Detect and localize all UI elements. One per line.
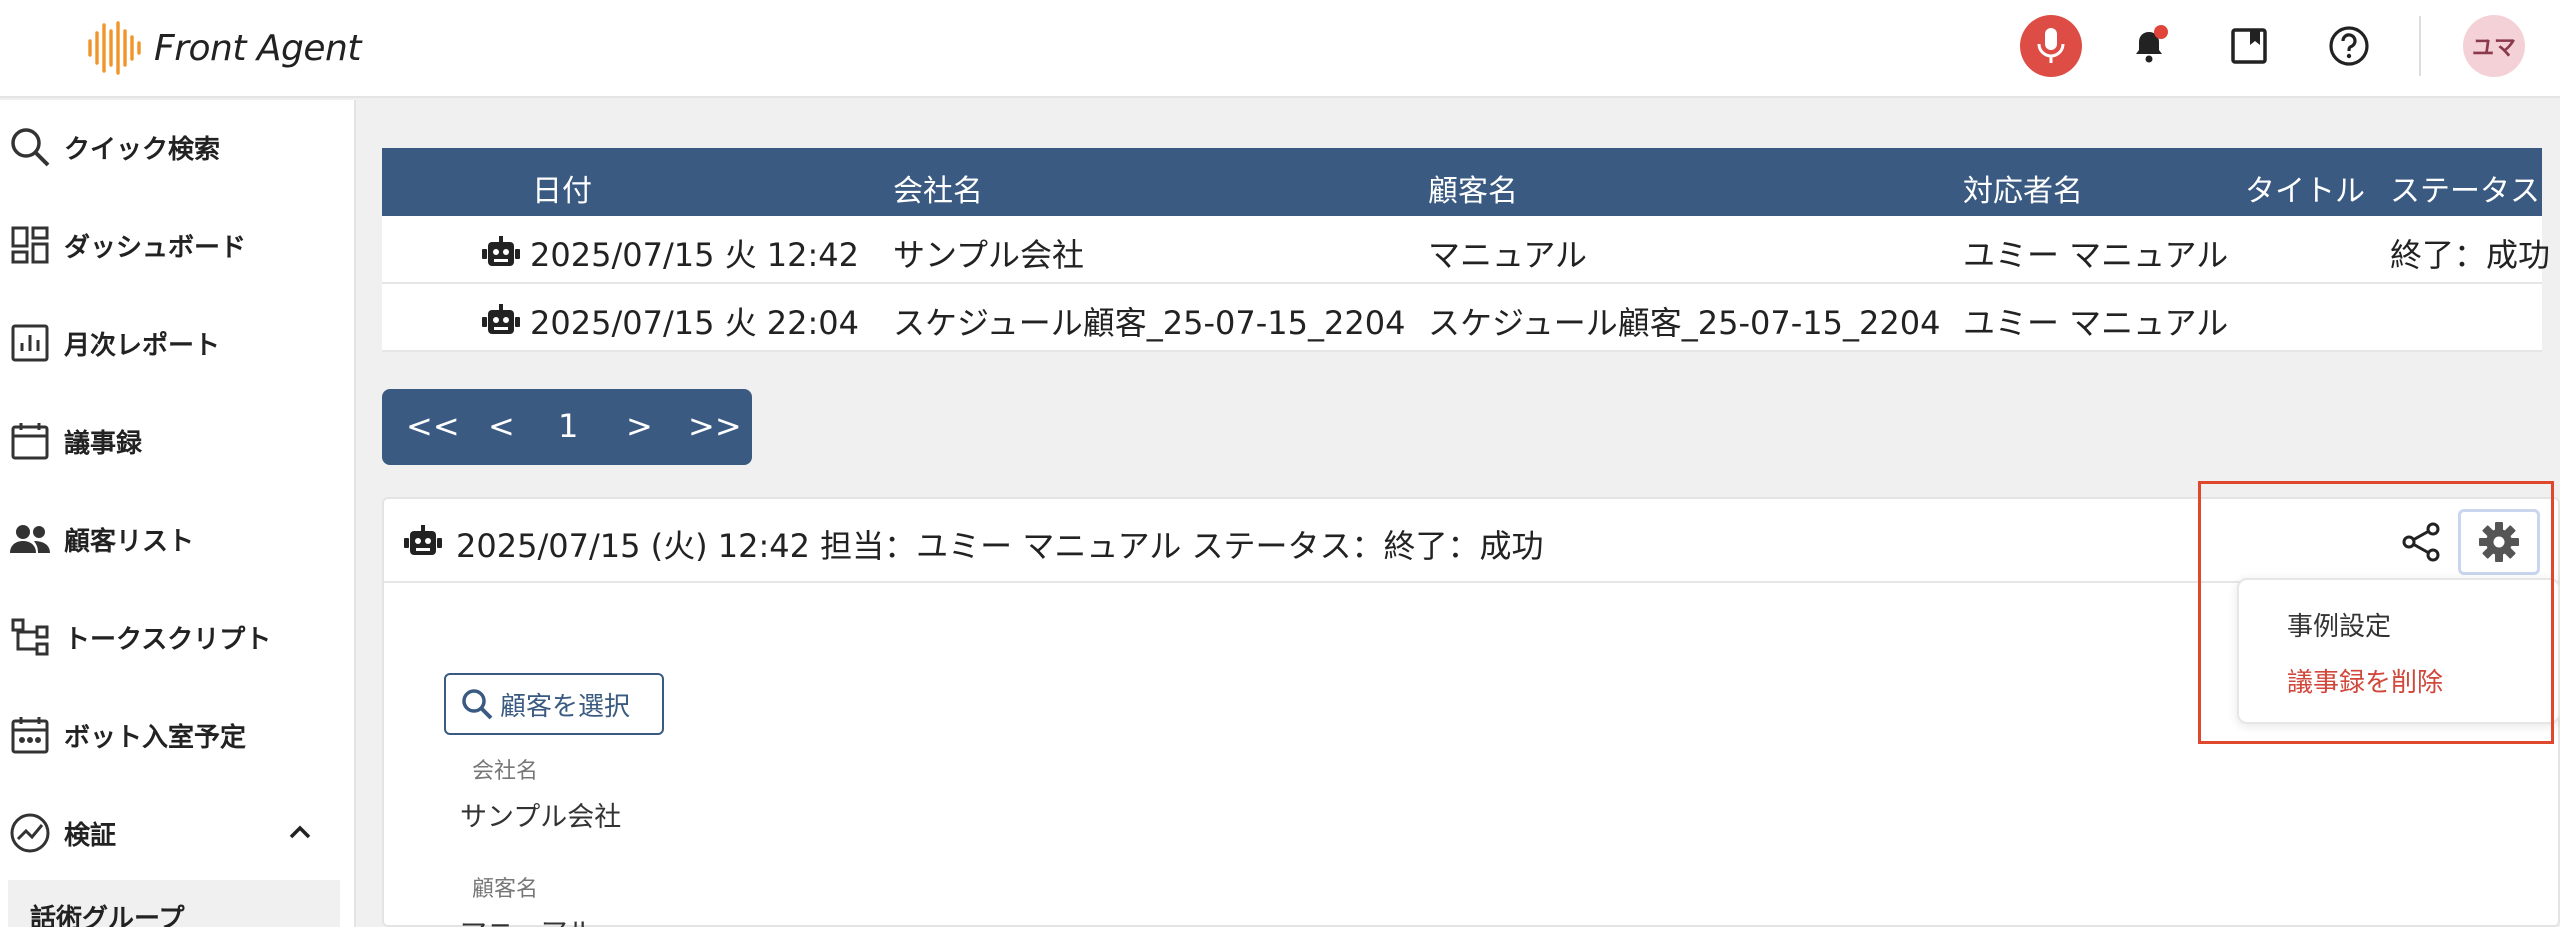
book-icon — [2231, 28, 2267, 64]
sidebar-item-label: 議事録 — [64, 428, 143, 459]
table-row[interactable]: 2025/07/15 火 12:42 サンプル会社 マニュアル ユミー マニュア… — [382, 216, 2550, 284]
help-icon — [2329, 26, 2369, 66]
minutes-table: 日付 会社名 顧客名 対応者名 タイトル ステータス 2025/07/15 火 … — [382, 148, 2550, 352]
help-button[interactable] — [2318, 15, 2380, 77]
highlight-box — [2198, 481, 2554, 744]
pagination: << < 1 > >> — [382, 389, 752, 465]
customer-value: マニュアル — [460, 911, 594, 927]
column-header-agent[interactable]: 対応者名 — [1963, 166, 2083, 210]
notifications-button[interactable] — [2118, 15, 2180, 77]
search-icon — [462, 689, 493, 720]
cell-company: スケジュール顧客_25-07-15_2204 — [893, 304, 1406, 342]
sidebar-item-label: 検証 — [64, 820, 117, 851]
sidebar-item-minutes[interactable]: 議事録 — [0, 406, 354, 476]
people-icon — [8, 517, 52, 561]
sidebar-item-label: 顧客リスト — [64, 526, 195, 557]
column-header-company[interactable]: 会社名 — [893, 166, 983, 210]
trend-icon — [8, 811, 52, 855]
cell-date: 2025/07/15 火 22:04 — [530, 304, 860, 342]
top-header: Front Agent ユマ — [0, 0, 2560, 98]
sidebar-item-bot-schedule[interactable]: ボット入室予定 — [0, 700, 354, 770]
table-header: 日付 会社名 顧客名 対応者名 タイトル ステータス — [382, 148, 2542, 216]
sidebar-item-label: トークスクリプト — [64, 624, 272, 655]
manual-button[interactable] — [2218, 15, 2280, 77]
column-header-date[interactable]: 日付 — [532, 166, 592, 210]
notification-dot — [2154, 25, 2168, 39]
cell-company: サンプル会社 — [893, 236, 1085, 274]
sidebar-item-monthly-report[interactable]: 月次レポート — [0, 308, 354, 378]
search-icon — [8, 125, 52, 169]
sidebar-item-customer-list[interactable]: 顧客リスト — [0, 504, 354, 574]
cell-customer: マニュアル — [1428, 236, 1588, 274]
company-label: 会社名 — [472, 759, 539, 784]
calendar-dots-icon — [8, 713, 52, 757]
soundwave-logo-icon — [88, 21, 141, 75]
prev-page-button[interactable]: < — [488, 407, 515, 445]
calendar-icon — [8, 419, 52, 463]
sidebar-item-dashboard[interactable]: ダッシュボード — [0, 210, 354, 280]
company-value: サンプル会社 — [460, 802, 622, 833]
sidebar-item-quick-search[interactable]: クイック検索 — [0, 112, 354, 182]
column-header-title[interactable]: タイトル — [2245, 166, 2365, 210]
robot-icon — [482, 304, 520, 334]
next-page-button[interactable]: > — [626, 407, 653, 445]
select-customer-label: 顧客を選択 — [500, 691, 631, 722]
sidebar-sub-item-label: 話術グループ — [30, 904, 185, 927]
robot-icon — [404, 525, 442, 555]
user-avatar[interactable]: ユマ — [2463, 15, 2525, 77]
robot-icon — [482, 236, 520, 266]
sidebar-sub-item-talk-group[interactable]: 話術グループ — [8, 880, 340, 927]
detail-title: 2025/07/15 (火) 12:42 担当：ユミー マニュアル ステータス：… — [456, 527, 1544, 565]
microphone-icon — [2037, 28, 2065, 63]
chart-icon — [8, 321, 52, 365]
sidebar-item-label: ダッシュボード — [64, 232, 247, 263]
last-page-button[interactable]: >> — [688, 407, 742, 445]
cell-customer: スケジュール顧客_25-07-15_2204 — [1428, 304, 1941, 342]
sidebar-item-label: 月次レポート — [64, 330, 221, 361]
sidebar: クイック検索 ダッシュボード 月次レポート 議事録 顧客リスト トークスクリプト — [0, 100, 356, 927]
sidebar-item-label: ボット入室予定 — [64, 722, 247, 753]
tree-icon — [8, 615, 52, 659]
cell-date: 2025/07/15 火 12:42 — [530, 236, 860, 274]
cell-agent: ユミー マニュアル — [1963, 304, 2229, 342]
sidebar-item-label: クイック検索 — [64, 134, 221, 165]
app-logo[interactable]: Front Agent — [86, 18, 361, 78]
select-customer-button[interactable]: 顧客を選択 — [444, 673, 664, 735]
microphone-button[interactable] — [2020, 15, 2082, 77]
column-header-status[interactable]: ステータス — [2390, 166, 2540, 210]
first-page-button[interactable]: << — [406, 407, 460, 445]
current-page[interactable]: 1 — [558, 407, 578, 445]
column-header-customer[interactable]: 顧客名 — [1428, 166, 1518, 210]
sidebar-item-talk-script[interactable]: トークスクリプト — [0, 602, 354, 672]
sidebar-item-verification[interactable]: 検証 — [0, 798, 354, 868]
table-row[interactable]: 2025/07/15 火 22:04 スケジュール顧客_25-07-15_220… — [382, 284, 2542, 352]
app-name: Front Agent — [154, 27, 361, 69]
cell-agent: ユミー マニュアル — [1963, 236, 2229, 274]
header-divider — [2419, 16, 2421, 76]
customer-label: 顧客名 — [472, 877, 539, 902]
chevron-up-icon[interactable] — [286, 818, 314, 846]
dashboard-icon — [8, 223, 52, 267]
cell-status: 終了：成功 — [2390, 236, 2551, 274]
